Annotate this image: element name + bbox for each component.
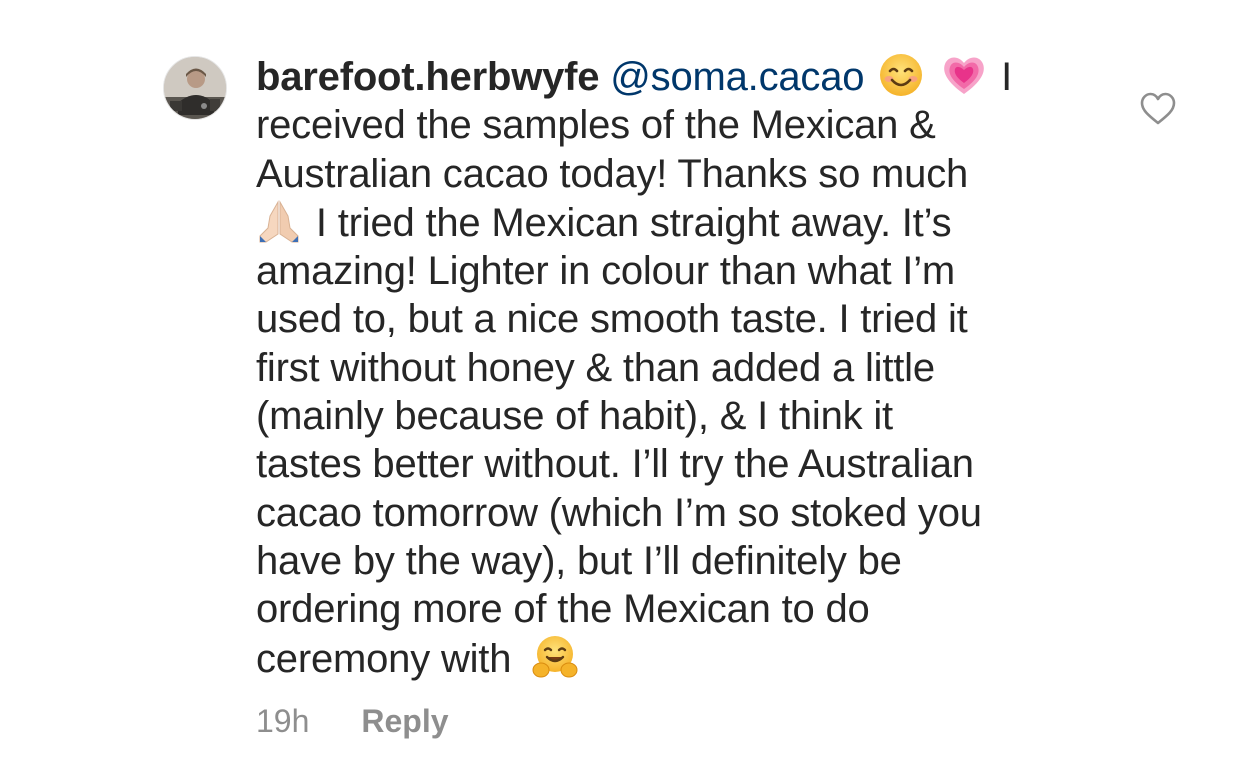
comment-line-text: I (1001, 55, 1013, 99)
comment-line-4: I tried the Mexican straight away. It’s (256, 198, 1076, 247)
like-button[interactable] (1140, 92, 1176, 126)
comment-mention[interactable]: @soma.cacao (610, 55, 864, 99)
comment-line-5: amazing! Lighter in colour than what I’m (256, 249, 956, 294)
growing-heart-emoji (941, 52, 987, 98)
reply-button[interactable]: Reply (361, 703, 448, 740)
comment-line-11: have by the way), but I’ll definitely be (256, 538, 902, 583)
comment-line-9: tastes better without. I’ll try the Aust… (256, 442, 974, 487)
comment-username[interactable]: barefoot.herbwyfe (256, 55, 600, 99)
avatar-photo (164, 57, 226, 119)
comment-line-10: cacao tomorrow (which I’m so stoked you (256, 490, 982, 535)
comment-line-6: used to, but a nice smooth taste. I trie… (256, 297, 968, 342)
comment-line-2: received the samples of the Mexican & (256, 103, 936, 148)
comment-meta: 19h Reply (256, 703, 449, 740)
comment-line-3: Australian cacao today! Thanks so much (256, 151, 969, 196)
comment-line-text: ceremony with (256, 636, 512, 681)
comment-line-1: barefoot.herbwyfe @soma.cacao I (256, 52, 1076, 101)
avatar[interactable] (163, 56, 227, 120)
smiling-face-emoji (878, 52, 924, 98)
comment-line-text: I tried the Mexican straight away. It’s (315, 200, 952, 245)
comment-timestamp: 19h (256, 703, 310, 739)
comment-line-12: ordering more of the Mexican to do (256, 587, 870, 632)
comment-line-7: first without honey & than added a littl… (256, 345, 935, 390)
heart-outline-icon (1140, 92, 1176, 125)
comment-item: barefoot.herbwyfe @soma.cacao I received… (0, 0, 1242, 776)
comment-line-13: ceremony with (256, 634, 1076, 683)
comment-line-8: (mainly because of habit), & I think it (256, 394, 893, 439)
folded-hands-emoji (256, 198, 302, 244)
hugging-face-emoji (532, 634, 578, 680)
comment-text: barefoot.herbwyfe @soma.cacao I received… (256, 52, 1076, 683)
